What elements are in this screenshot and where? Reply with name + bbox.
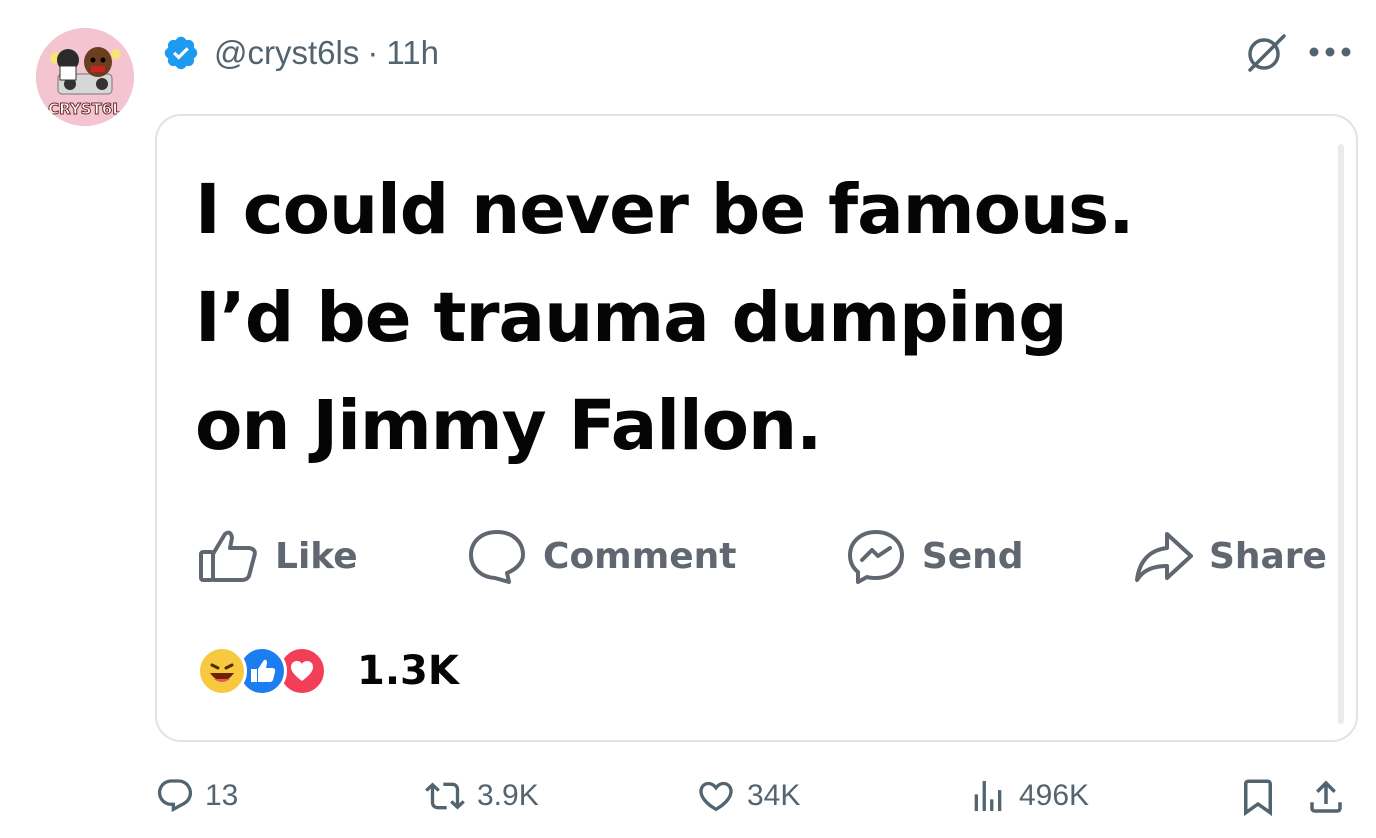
haha-reaction-icon <box>197 646 247 696</box>
repost-button[interactable]: 3.9K <box>423 776 539 816</box>
avatar-text: CRYST6L <box>48 100 122 118</box>
repost-count: 3.9K <box>477 779 539 812</box>
fb-send: Send <box>844 526 1024 586</box>
heart-icon <box>699 781 733 812</box>
reply-icon <box>157 779 193 813</box>
reply-count: 13 <box>205 779 239 812</box>
fb-reactions: 1.3K <box>197 646 459 696</box>
like-count: 34K <box>747 779 801 812</box>
fb-action-bar: Like Comment Send Share <box>197 526 1327 586</box>
grok-icon[interactable] <box>1242 28 1290 76</box>
avatar-image: CRYST6L <box>36 28 134 126</box>
comment-bubble-icon <box>469 530 526 584</box>
fb-comment-label: Comment <box>543 535 737 577</box>
fb-share: Share <box>1131 526 1327 586</box>
post-line-1: I could never be famous. <box>195 170 1134 250</box>
handle[interactable]: @cryst6ls <box>214 34 359 72</box>
avatar[interactable]: CRYST6L <box>36 28 134 126</box>
post-line-3: on Jimmy Fallon. <box>195 386 822 466</box>
separator: · <box>367 34 379 71</box>
fb-share-label: Share <box>1208 535 1327 577</box>
image-edge <box>1338 144 1344 724</box>
reaction-count: 1.3K <box>357 648 459 694</box>
verified-badge-icon[interactable] <box>162 34 200 72</box>
thumbs-up-icon <box>199 530 257 582</box>
top-actions <box>1242 28 1356 76</box>
repost-icon <box>425 782 465 810</box>
fb-comment: Comment <box>465 526 736 586</box>
share-button[interactable] <box>1305 776 1357 818</box>
analytics-icon <box>974 781 1002 811</box>
tweet-header: @cryst6ls · 11h <box>162 30 439 76</box>
bookmark-button[interactable] <box>1237 776 1289 818</box>
bookmark-icon <box>1244 779 1272 817</box>
like-button[interactable]: 34K <box>695 776 800 816</box>
share-upload-icon <box>1310 780 1342 813</box>
post-image[interactable]: I could never be famous. I’d be trauma d… <box>155 114 1358 742</box>
messenger-icon <box>847 530 904 584</box>
fb-send-label: Send <box>921 535 1024 577</box>
reply-button[interactable]: 13 <box>155 776 238 816</box>
post-image-text: I could never be famous. I’d be trauma d… <box>195 156 1315 480</box>
fb-like: Like <box>197 526 358 586</box>
tweet-action-bar: 13 3.9K 34K 496K <box>155 770 1355 830</box>
share-arrow-icon <box>1134 532 1193 582</box>
more-options-icon[interactable] <box>1304 28 1356 76</box>
views-button[interactable]: 496K <box>967 776 1089 816</box>
view-count: 496K <box>1019 779 1090 812</box>
timestamp[interactable]: 11h <box>386 34 439 72</box>
fb-like-label: Like <box>275 535 358 577</box>
post-line-2: I’d be trauma dumping <box>195 278 1068 358</box>
reaction-icons <box>197 646 347 696</box>
